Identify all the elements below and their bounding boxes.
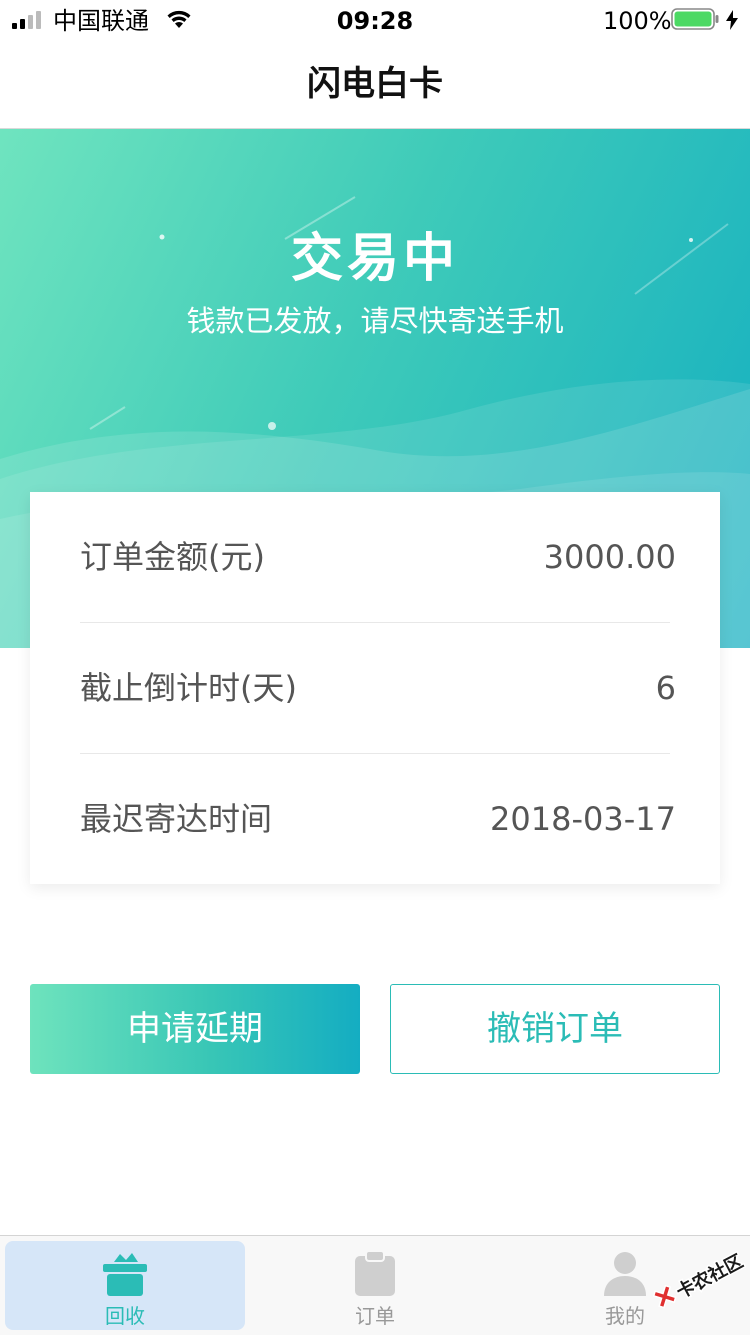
order-detail-card: 订单金额(元) 3000.00 截止倒计时(天) 6 最迟寄达时间 2018-0… xyxy=(30,492,720,884)
community-watermark-logo: ✕ 卡农社区 xyxy=(647,1248,748,1316)
watermark-text: 卡农社区 xyxy=(673,1250,747,1303)
clipboard-icon xyxy=(355,1250,395,1296)
transaction-status-subtitle: 钱款已发放，请尽快寄送手机 xyxy=(186,304,564,338)
order-amount-row: 订单金额(元) 3000.00 xyxy=(30,492,720,622)
tab-bar: 回收 订单 我的 xyxy=(0,1235,750,1335)
status-bar: 中国联通 09:28 100% xyxy=(0,0,750,40)
countdown-row: 截止倒计时(天) 6 xyxy=(30,623,720,753)
battery-percentage: 100% xyxy=(603,7,672,35)
battery-icon xyxy=(671,8,719,30)
cancel-order-button[interactable]: 撤销订单 xyxy=(390,984,720,1074)
countdown-label: 截止倒计时(天) xyxy=(80,669,297,707)
navigation-bar: 闪电白卡 xyxy=(0,40,750,129)
tab-orders[interactable]: 订单 xyxy=(250,1236,500,1335)
order-amount-label: 订单金额(元) xyxy=(80,538,265,576)
countdown-value: 6 xyxy=(655,669,676,707)
tab-recycle[interactable]: 回收 xyxy=(0,1236,250,1335)
order-amount-value: 3000.00 xyxy=(543,538,676,576)
user-icon xyxy=(604,1252,646,1296)
page-title: 闪电白卡 xyxy=(307,64,443,104)
transaction-status-title: 交易中 xyxy=(290,229,459,289)
tab-orders-label: 订单 xyxy=(355,1304,395,1328)
charging-bolt-icon xyxy=(726,10,738,30)
latest-delivery-value: 2018-03-17 xyxy=(490,800,676,838)
recycle-box-icon xyxy=(103,1253,147,1296)
tab-recycle-label: 回收 xyxy=(105,1304,145,1328)
request-extension-button[interactable]: 申请延期 xyxy=(30,984,360,1074)
latest-delivery-label: 最迟寄达时间 xyxy=(80,800,273,838)
latest-delivery-row: 最迟寄达时间 2018-03-17 xyxy=(30,754,720,884)
